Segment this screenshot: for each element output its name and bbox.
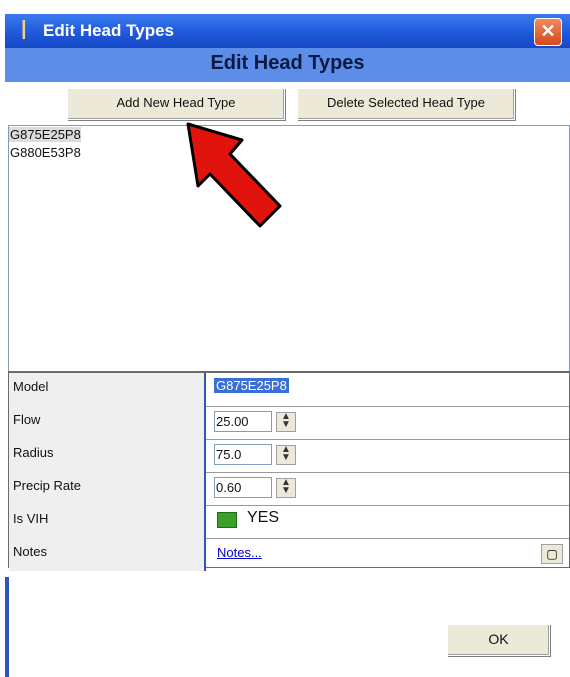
ellipsis-icon[interactable]: ▢ bbox=[541, 544, 563, 564]
property-row-is-vih: Is VIH YES bbox=[9, 505, 569, 539]
property-value-cell[interactable]: G875E25P8 bbox=[209, 373, 569, 406]
page-title: Edit Head Types bbox=[210, 52, 365, 74]
vih-value: YES bbox=[247, 509, 280, 526]
delete-head-type-button[interactable]: Delete Selected Head Type bbox=[297, 88, 515, 120]
property-label: Notes bbox=[9, 538, 206, 571]
precip-rate-input[interactable]: 0.60 bbox=[214, 477, 272, 498]
radius-spinner-icon[interactable]: ▲ ▼ bbox=[276, 445, 296, 465]
property-row-precip-rate: Precip Rate 0.60 ▲ ▼ bbox=[9, 472, 569, 506]
vih-checkbox[interactable] bbox=[217, 512, 237, 528]
edit-head-types-window: ┃ Edit Head Types ✕ Edit Head Types Add … bbox=[0, 0, 570, 677]
close-icon: ✕ bbox=[540, 21, 556, 41]
property-label: Is VIH bbox=[9, 505, 206, 538]
property-row-notes: Notes Notes... ▢ bbox=[9, 538, 569, 571]
model-field[interactable]: G875E25P8 bbox=[214, 378, 289, 393]
list-item-label[interactable]: G875E25P8 bbox=[9, 127, 81, 142]
flow-spinner-icon[interactable]: ▲ ▼ bbox=[276, 412, 296, 432]
property-label: Radius bbox=[9, 439, 206, 472]
precip-rate-spinner-icon[interactable]: ▲ ▼ bbox=[276, 478, 296, 498]
window-title: Edit Head Types bbox=[43, 21, 174, 40]
ok-button[interactable]: OK bbox=[447, 624, 550, 656]
close-button[interactable]: ✕ bbox=[534, 18, 562, 46]
flow-input[interactable]: 25.00 bbox=[214, 411, 272, 432]
property-row-model: Model G875E25P8 bbox=[9, 373, 569, 407]
property-label: Model bbox=[9, 373, 206, 406]
pin-icon: ┃ bbox=[19, 22, 29, 39]
list-item-label[interactable]: G880E53P8 bbox=[9, 145, 81, 160]
property-label: Flow bbox=[9, 406, 206, 439]
property-value-cell: 0.60 ▲ ▼ bbox=[209, 472, 569, 505]
header-band: Edit Head Types bbox=[5, 48, 570, 82]
property-value-cell: Notes... ▢ bbox=[209, 538, 569, 571]
property-row-radius: Radius 75.0 ▲ ▼ bbox=[9, 439, 569, 473]
properties-grid: Model G875E25P8 Flow 25.00 ▲ ▼ Radius 75.… bbox=[8, 371, 570, 571]
window-border bbox=[5, 577, 9, 677]
title-bar[interactable]: ┃ Edit Head Types ✕ bbox=[5, 14, 570, 48]
red-arrow-icon bbox=[186, 122, 282, 228]
property-label: Precip Rate bbox=[9, 472, 206, 505]
radius-input[interactable]: 75.0 bbox=[214, 444, 272, 465]
property-value-cell: 75.0 ▲ ▼ bbox=[209, 439, 569, 472]
add-head-type-button[interactable]: Add New Head Type bbox=[67, 88, 285, 120]
property-value-cell: YES bbox=[209, 505, 569, 538]
notes-link[interactable]: Notes... bbox=[217, 545, 262, 560]
property-row-flow: Flow 25.00 ▲ ▼ bbox=[9, 406, 569, 440]
property-value-cell: 25.00 ▲ ▼ bbox=[209, 406, 569, 439]
